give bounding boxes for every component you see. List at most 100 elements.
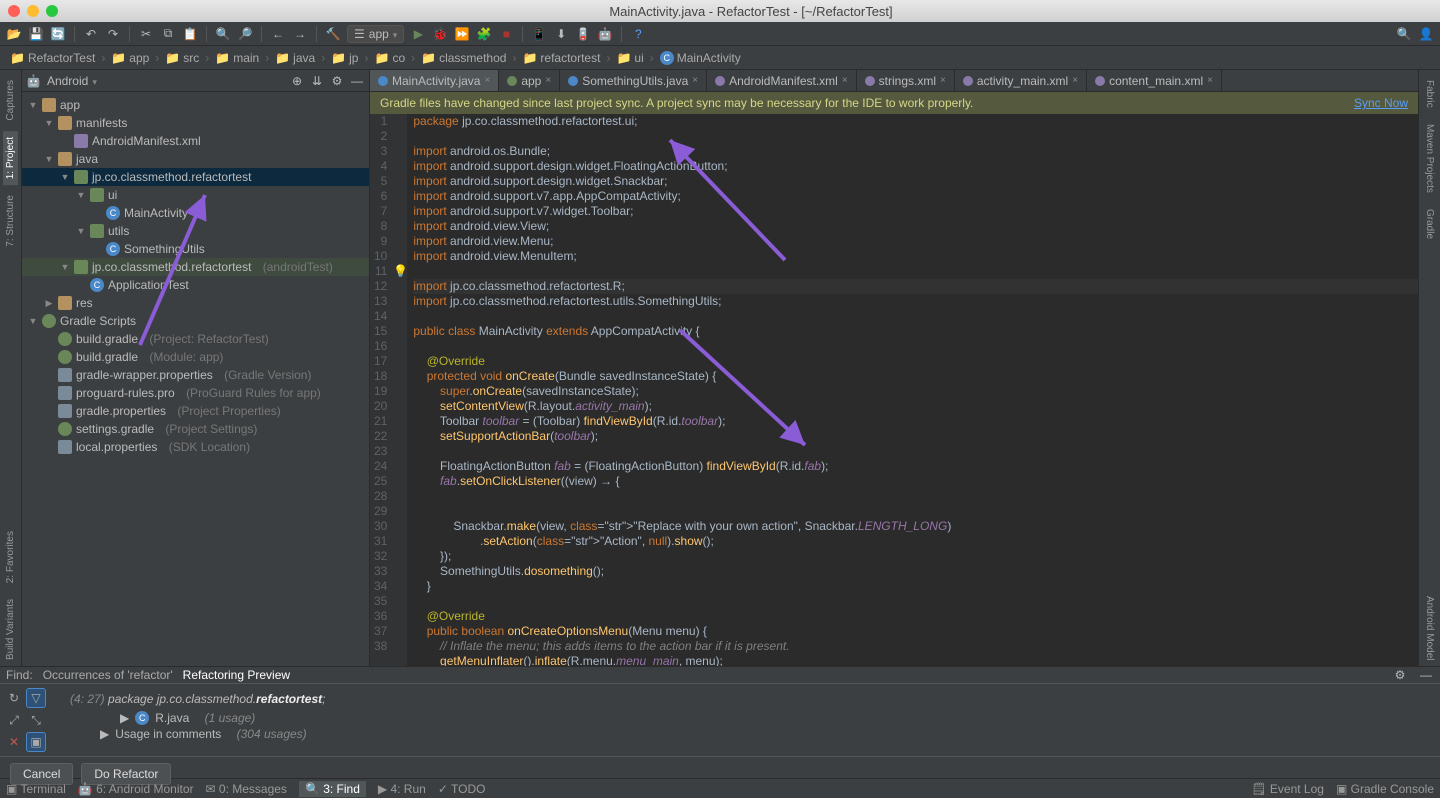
close-icon[interactable]: × bbox=[484, 75, 490, 86]
tab-mainactivity[interactable]: MainActivity.java× bbox=[370, 70, 499, 91]
gear-icon[interactable]: ⚙ bbox=[329, 73, 345, 89]
tree-file-gradle[interactable]: gradle-wrapper.properties (Gradle Versio… bbox=[22, 366, 369, 384]
collapse-icon[interactable]: ⇊ bbox=[309, 73, 325, 89]
debug-icon[interactable]: 🐞 bbox=[432, 26, 448, 42]
breadcrumb-item[interactable]: 📁 co bbox=[370, 50, 409, 66]
close-icon[interactable]: × bbox=[692, 75, 698, 86]
breadcrumb-item[interactable]: 📁 ui bbox=[612, 50, 647, 66]
back-icon[interactable]: ← bbox=[270, 26, 286, 42]
redo-icon[interactable]: ↷ bbox=[105, 26, 121, 42]
tab-somethingutils[interactable]: SomethingUtils.java× bbox=[560, 70, 707, 91]
right-tab-fabric[interactable]: Fabric bbox=[1422, 74, 1437, 114]
paste-icon[interactable]: 📋 bbox=[182, 26, 198, 42]
tree-class-mainactivity[interactable]: CMainActivity bbox=[22, 204, 369, 222]
sync-now-link[interactable]: Sync Now bbox=[1354, 96, 1408, 110]
tree-file-proguard[interactable]: proguard-rules.pro (ProGuard Rules for a… bbox=[22, 384, 369, 402]
lightbulb-icon[interactable]: 💡 bbox=[393, 264, 408, 279]
make-icon[interactable]: 🔨 bbox=[325, 26, 341, 42]
find-icon[interactable]: 🔍 bbox=[215, 26, 231, 42]
undo-icon[interactable]: ↶ bbox=[83, 26, 99, 42]
cut-icon[interactable]: ✂ bbox=[138, 26, 154, 42]
collapse-icon[interactable]: ⤡ bbox=[26, 710, 46, 730]
breadcrumb-item[interactable]: 📁 app bbox=[107, 50, 153, 66]
status-terminal[interactable]: ▣ Terminal bbox=[6, 782, 66, 796]
expand-icon[interactable]: ⤢ bbox=[4, 710, 24, 730]
android-icon[interactable]: 🤖 bbox=[597, 26, 613, 42]
left-tab-build-variants[interactable]: Build Variants bbox=[3, 593, 18, 666]
open-icon[interactable]: 📂 bbox=[6, 26, 22, 42]
breadcrumb-item[interactable]: C MainActivity bbox=[656, 50, 745, 66]
breadcrumb-item[interactable]: 📁 RefactorTest bbox=[6, 50, 99, 66]
status-android-monitor[interactable]: 🤖 6: Android Monitor bbox=[78, 782, 194, 796]
tree-node-pkg-test[interactable]: ▼jp.co.classmethod.refactortest (android… bbox=[22, 258, 369, 276]
project-tree[interactable]: ▼app ▼manifests AndroidManifest.xml ▼jav… bbox=[22, 92, 369, 666]
tree-node-pkg-main[interactable]: ▼jp.co.classmethod.refactortest bbox=[22, 168, 369, 186]
tree-node-manifests[interactable]: ▼manifests bbox=[22, 114, 369, 132]
find-summary-row[interactable]: (4: 27) package jp.co.classmethod.refact… bbox=[60, 688, 1440, 710]
status-find[interactable]: 🔍 3: Find bbox=[299, 781, 366, 797]
find-tab-refactor-preview[interactable]: Refactoring Preview bbox=[183, 668, 290, 682]
breadcrumb-item[interactable]: 📁 refactortest bbox=[518, 50, 604, 66]
preview-icon[interactable]: ▣ bbox=[26, 732, 46, 752]
help-icon[interactable]: ? bbox=[630, 26, 646, 42]
run-config-selector[interactable]: ☰ app bbox=[347, 25, 404, 43]
hide-panel-icon[interactable]: — bbox=[349, 73, 365, 89]
sync-icon[interactable]: 🔄 bbox=[50, 26, 66, 42]
breadcrumb-item[interactable]: 📁 java bbox=[271, 50, 319, 66]
tree-node-app[interactable]: ▼app bbox=[22, 96, 369, 114]
left-tab-favorites[interactable]: 2: Favorites bbox=[3, 525, 18, 589]
stop-icon[interactable]: ■ bbox=[498, 26, 514, 42]
tree-file-local-props[interactable]: local.properties (SDK Location) bbox=[22, 438, 369, 456]
tree-class-apptest[interactable]: CApplicationTest bbox=[22, 276, 369, 294]
project-view-mode[interactable]: Android bbox=[47, 74, 97, 88]
status-todo[interactable]: ✓ TODO bbox=[438, 782, 486, 796]
profile-icon[interactable]: ⏩ bbox=[454, 26, 470, 42]
find-results[interactable]: (4: 27) package jp.co.classmethod.refact… bbox=[60, 684, 1440, 756]
tree-file-gradle[interactable]: build.gradle (Project: RefactorTest) bbox=[22, 330, 369, 348]
left-tab-project[interactable]: 1: Project bbox=[3, 131, 18, 185]
breadcrumb-item[interactable]: 📁 jp bbox=[327, 50, 362, 66]
sdk-icon[interactable]: ⬇ bbox=[553, 26, 569, 42]
close-window-button[interactable] bbox=[8, 5, 20, 17]
forward-icon[interactable]: → bbox=[292, 26, 308, 42]
search-everywhere-icon[interactable]: 🔍 bbox=[1396, 26, 1412, 42]
breadcrumb-item[interactable]: 📁 src bbox=[161, 50, 203, 66]
tree-node-ui[interactable]: ▼ui bbox=[22, 186, 369, 204]
minimize-window-button[interactable] bbox=[27, 5, 39, 17]
filter-icon[interactable]: ▽ bbox=[26, 688, 46, 708]
tab-manifest[interactable]: AndroidManifest.xml× bbox=[707, 70, 857, 91]
avd-icon[interactable]: 📱 bbox=[531, 26, 547, 42]
code-editor[interactable]: 1234567891011121314151617181920212223242… bbox=[370, 114, 1418, 666]
find-tab-occurrences[interactable]: Occurrences of 'refactor' bbox=[43, 668, 173, 682]
status-gradle-console[interactable]: ▣ Gradle Console bbox=[1336, 782, 1434, 796]
rerun-icon[interactable]: ↻ bbox=[4, 688, 24, 708]
find-result-row[interactable]: ▶CR.java (1 usage) bbox=[60, 710, 1440, 726]
tree-node-utils[interactable]: ▼utils bbox=[22, 222, 369, 240]
tab-strings[interactable]: strings.xml× bbox=[857, 70, 955, 91]
tree-node-gradle-scripts[interactable]: ▼Gradle Scripts bbox=[22, 312, 369, 330]
save-icon[interactable]: 💾 bbox=[28, 26, 44, 42]
close-icon[interactable]: × bbox=[1072, 75, 1078, 86]
tree-file-manifest[interactable]: AndroidManifest.xml bbox=[22, 132, 369, 150]
tree-node-java[interactable]: ▼java bbox=[22, 150, 369, 168]
tree-file-gradle[interactable]: build.gradle (Module: app) bbox=[22, 348, 369, 366]
close-icon[interactable]: × bbox=[940, 75, 946, 86]
status-event-log[interactable]: 🗒 Event Log bbox=[1251, 782, 1324, 796]
tree-class-somethingutils[interactable]: CSomethingUtils bbox=[22, 240, 369, 258]
attach-icon[interactable]: 🧩 bbox=[476, 26, 492, 42]
tree-file-settings-gradle[interactable]: settings.gradle (Project Settings) bbox=[22, 420, 369, 438]
copy-icon[interactable]: ⧉ bbox=[160, 26, 176, 42]
user-icon[interactable]: 👤 bbox=[1418, 26, 1434, 42]
tab-activity-main[interactable]: activity_main.xml× bbox=[955, 70, 1087, 91]
breadcrumb-item[interactable]: 📁 main bbox=[211, 50, 263, 66]
run-icon[interactable]: ▶ bbox=[410, 26, 426, 42]
code-area[interactable]: package jp.co.classmethod.refactortest.u… bbox=[407, 114, 1418, 666]
tree-file-gradle-props[interactable]: gradle.properties (Project Properties) bbox=[22, 402, 369, 420]
close-icon[interactable]: × bbox=[1207, 75, 1213, 86]
right-tab-maven[interactable]: Maven Projects bbox=[1422, 118, 1437, 199]
status-run[interactable]: ▶ 4: Run bbox=[378, 782, 426, 796]
remove-icon[interactable]: ✕ bbox=[4, 732, 24, 752]
ddms-icon[interactable]: 🪫 bbox=[575, 26, 591, 42]
breadcrumb-item[interactable]: 📁 classmethod bbox=[417, 50, 510, 66]
tab-content-main[interactable]: content_main.xml× bbox=[1087, 70, 1222, 91]
